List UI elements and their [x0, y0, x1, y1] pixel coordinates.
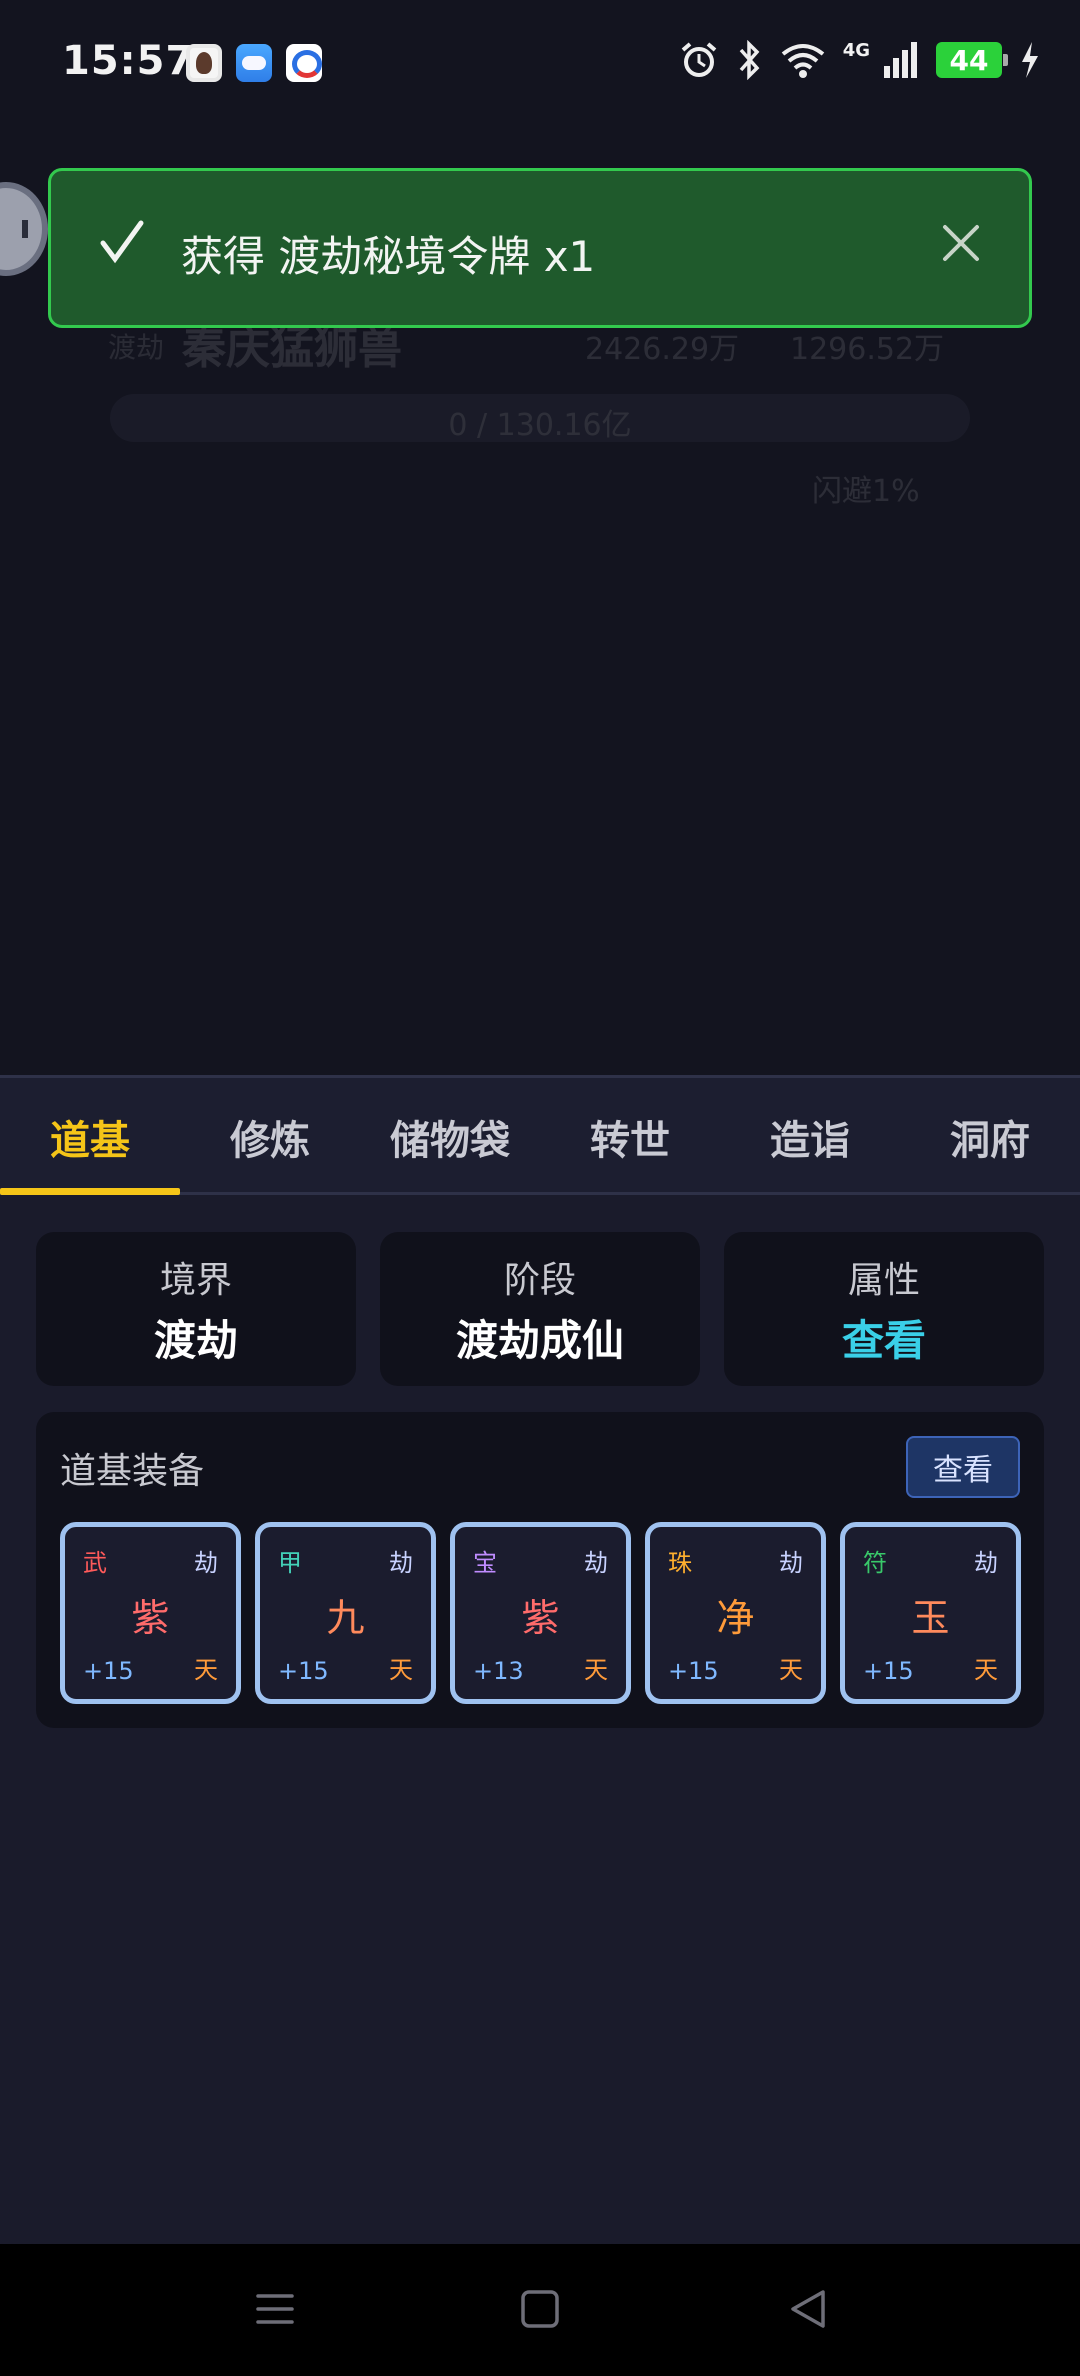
- game-header-area: [0, 0, 1080, 1075]
- info-cards: 境界 渡劫 阶段 渡劫成仙 属性 查看: [36, 1232, 1044, 1386]
- slot-level: +13: [473, 1657, 524, 1685]
- power-stat: 1296.52万: [790, 332, 945, 367]
- status-bar: 15:57 4G 44: [0, 0, 1080, 130]
- slot-tier: 劫: [584, 1549, 608, 1577]
- news-app-icon: [286, 44, 322, 82]
- slot-tier: 劫: [779, 1549, 803, 1577]
- check-icon: [100, 220, 144, 264]
- equipment-slot-weapon[interactable]: 武 劫 紫 +15 天: [60, 1522, 241, 1704]
- gold-stat: 2426.29万: [585, 332, 740, 367]
- status-time: 15:57: [62, 38, 195, 84]
- weather-app-icon: [236, 44, 272, 82]
- equipment-slot-armor[interactable]: 甲 劫 九 +15 天: [255, 1522, 436, 1704]
- attributes-label: 属性: [847, 1259, 920, 1301]
- tab-label: 修炼: [230, 1117, 310, 1164]
- slot-level: +15: [668, 1657, 719, 1685]
- slot-quality: 紫: [521, 1596, 560, 1640]
- battery-icon: 44: [936, 42, 1008, 78]
- system-nav-bar: [0, 2244, 1080, 2376]
- daoji-equipment-panel: 道基装备 查看 武 劫 紫 +15 天 甲 劫 九 +15 天 宝 劫 紫 +1…: [36, 1412, 1044, 1728]
- menu-icon[interactable]: [250, 2284, 300, 2334]
- slot-level: +15: [863, 1657, 914, 1685]
- equipment-grid: 武 劫 紫 +15 天 甲 劫 九 +15 天 宝 劫 紫 +13 天 珠 劫 …: [60, 1522, 1021, 1704]
- slot-tier: 劫: [974, 1549, 998, 1577]
- slot-grade: 天: [389, 1656, 413, 1684]
- reward-toast: 获得 渡劫秘境令牌 x1: [48, 168, 1032, 328]
- tab-daoji[interactable]: 道基: [0, 1078, 180, 1195]
- equipment-slot-talisman[interactable]: 符 劫 玉 +15 天: [840, 1522, 1021, 1704]
- slot-grade: 天: [779, 1656, 803, 1684]
- notification-icons: [186, 44, 322, 82]
- equipment-title: 道基装备: [60, 1451, 205, 1492]
- status-indicators: 4G 44: [679, 40, 1040, 80]
- tab-attainment[interactable]: 造诣: [720, 1078, 900, 1195]
- equipment-slot-pearl[interactable]: 珠 劫 净 +15 天: [645, 1522, 826, 1704]
- toast-message: 获得 渡劫秘境令牌 x1: [181, 232, 596, 281]
- slot-type: 甲: [278, 1549, 302, 1577]
- tab-label: 造诣: [770, 1117, 850, 1164]
- view-equipment-button[interactable]: 查看: [906, 1436, 1020, 1498]
- realm-value: 渡劫: [153, 1315, 238, 1365]
- tab-rebirth[interactable]: 转世: [540, 1078, 720, 1195]
- tab-cultivation[interactable]: 修炼: [180, 1078, 360, 1195]
- slot-tier: 劫: [389, 1549, 413, 1577]
- slot-quality: 九: [326, 1596, 365, 1640]
- slot-type: 符: [863, 1549, 887, 1577]
- slot-type: 宝: [473, 1549, 497, 1577]
- stage-card: 阶段 渡劫成仙: [380, 1232, 700, 1386]
- equipment-slot-treasure[interactable]: 宝 劫 紫 +13 天: [450, 1522, 631, 1704]
- stage-label: 阶段: [503, 1259, 576, 1301]
- main-tab-bar: 道基 修炼 储物袋 转世 造诣 洞府: [0, 1075, 1080, 1195]
- slot-tier: 劫: [194, 1549, 218, 1577]
- slot-type: 珠: [668, 1549, 692, 1577]
- slot-quality: 玉: [911, 1596, 950, 1640]
- wifi-icon: [779, 40, 827, 80]
- slot-level: +15: [278, 1657, 329, 1685]
- tab-label: 洞府: [950, 1117, 1030, 1164]
- slot-level: +15: [83, 1657, 134, 1685]
- close-icon[interactable]: [941, 223, 981, 263]
- avatar-app-icon: [186, 44, 222, 82]
- view-attributes-link[interactable]: 查看: [842, 1307, 926, 1368]
- realm-card: 境界 渡劫: [36, 1232, 356, 1386]
- active-tab-indicator: [0, 1188, 180, 1195]
- dodge-stat: 闪避1%: [812, 474, 920, 509]
- stage-value: 渡劫成仙: [455, 1315, 624, 1365]
- back-icon[interactable]: [783, 2284, 833, 2334]
- experience-text: 0 / 130.16亿: [448, 408, 632, 443]
- alarm-icon: [679, 40, 719, 80]
- slot-quality: 净: [716, 1596, 755, 1640]
- slot-type: 武: [83, 1549, 107, 1577]
- experience-bar: 0 / 130.16亿: [110, 394, 970, 443]
- slot-grade: 天: [974, 1656, 998, 1684]
- tab-label: 转世: [590, 1117, 670, 1164]
- realm-short-label: 渡劫: [108, 331, 165, 364]
- attributes-card[interactable]: 属性 查看: [724, 1232, 1044, 1386]
- tab-cave-dwelling[interactable]: 洞府: [900, 1078, 1080, 1195]
- home-icon[interactable]: [515, 2284, 565, 2334]
- slot-grade: 天: [584, 1656, 608, 1684]
- slot-grade: 天: [194, 1656, 218, 1684]
- tab-label: 储物袋: [390, 1117, 510, 1164]
- tab-storage-bag[interactable]: 储物袋: [360, 1078, 540, 1195]
- tab-label: 道基: [50, 1117, 130, 1164]
- slot-quality: 紫: [131, 1596, 170, 1640]
- bluetooth-icon: [735, 40, 763, 80]
- signal-icon: [882, 40, 920, 80]
- realm-label: 境界: [159, 1259, 232, 1301]
- network-type: 4G: [842, 39, 870, 61]
- charging-icon: [1018, 40, 1040, 80]
